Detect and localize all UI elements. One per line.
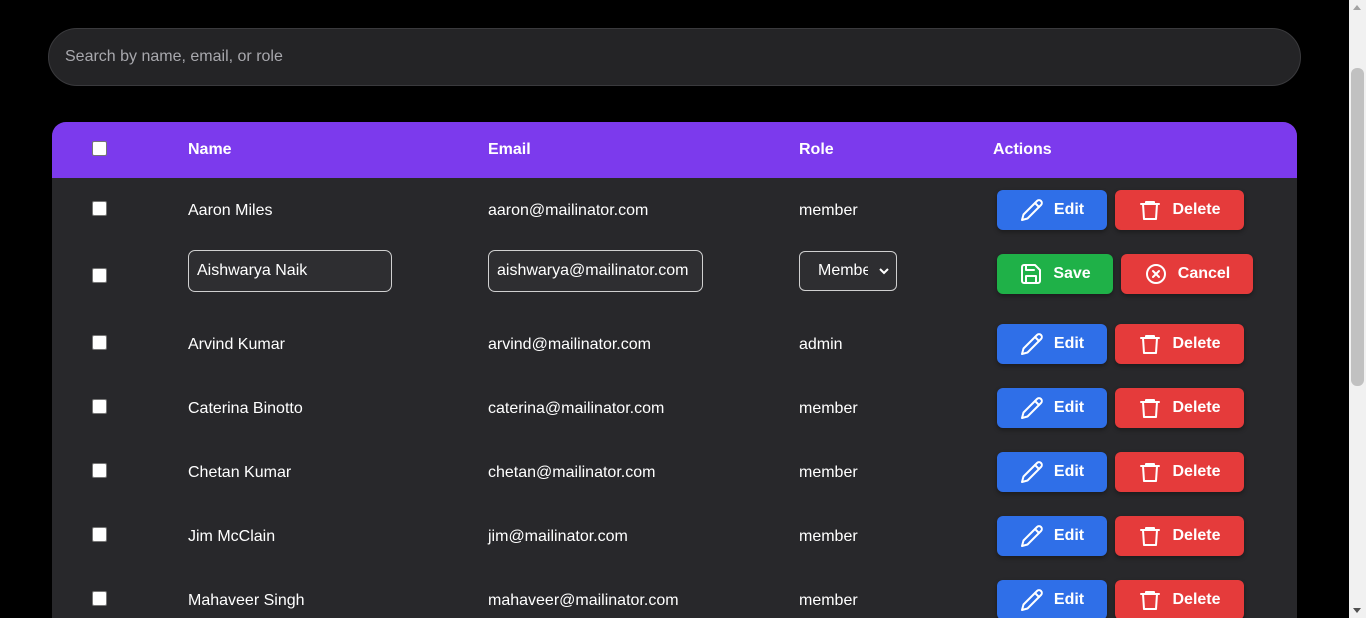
user-name: Jim McClain (188, 528, 276, 545)
name-edit-input[interactable] (188, 250, 392, 292)
trash-icon (1140, 591, 1161, 610)
search-input[interactable] (48, 28, 1301, 86)
delete-button[interactable]: Delete (1115, 190, 1244, 230)
table-row: Jim McClain jim@mailinator.com member Ed… (52, 504, 1297, 568)
user-role: member (799, 464, 858, 481)
delete-label: Delete (1172, 527, 1221, 544)
x-circle-icon (1145, 264, 1166, 284)
delete-button[interactable]: Delete (1115, 580, 1244, 618)
user-email: caterina@mailinator.com (488, 400, 665, 417)
user-role: admin (799, 336, 843, 353)
row-checkbox[interactable] (92, 201, 107, 216)
trash-icon (1140, 463, 1161, 482)
delete-label: Delete (1172, 591, 1221, 608)
edit-label: Edit (1053, 335, 1085, 352)
role-select[interactable]: Member (799, 251, 897, 291)
role-select-value: Member (818, 262, 868, 279)
delete-label: Delete (1172, 335, 1221, 352)
cancel-label: Cancel (1177, 265, 1231, 282)
chevron-down-icon (879, 268, 889, 275)
delete-label: Delete (1172, 463, 1221, 480)
user-name: Chetan Kumar (188, 464, 292, 481)
header-role: Role (799, 141, 834, 158)
user-role: member (799, 202, 858, 219)
user-email: chetan@mailinator.com (488, 464, 656, 481)
page: Name Email Role Actions Aaron Miles aaro… (0, 0, 1349, 618)
header-email: Email (488, 141, 531, 158)
trash-icon (1140, 399, 1161, 418)
edit-button[interactable]: Edit (997, 324, 1107, 364)
row-checkbox[interactable] (92, 527, 107, 542)
edit-label: Edit (1053, 399, 1085, 416)
trash-icon (1140, 335, 1161, 354)
edit-label: Edit (1053, 591, 1085, 608)
user-role: member (799, 528, 858, 545)
pencil-icon (1020, 199, 1043, 221)
users-table: Name Email Role Actions Aaron Miles aaro… (52, 122, 1297, 618)
delete-button[interactable]: Delete (1115, 324, 1244, 364)
floppy-disk-icon (1021, 264, 1042, 284)
user-email: jim@mailinator.com (488, 528, 628, 545)
scroll-up-icon[interactable] (1353, 5, 1361, 10)
row-checkbox[interactable] (92, 591, 107, 606)
edit-button[interactable]: Edit (997, 516, 1107, 556)
pencil-icon (1020, 589, 1043, 611)
user-role: member (799, 400, 858, 417)
cancel-button[interactable]: Cancel (1121, 254, 1253, 294)
user-email: mahaveer@mailinator.com (488, 592, 679, 609)
user-name: Caterina Binotto (188, 400, 303, 417)
row-checkbox[interactable] (92, 463, 107, 478)
user-email: aaron@mailinator.com (488, 202, 649, 219)
delete-button[interactable]: Delete (1115, 452, 1244, 492)
trash-icon (1140, 201, 1161, 220)
user-email: arvind@mailinator.com (488, 336, 651, 353)
save-label: Save (1053, 265, 1091, 282)
pencil-icon (1020, 525, 1043, 547)
delete-button[interactable]: Delete (1115, 516, 1244, 556)
delete-label: Delete (1172, 201, 1221, 218)
user-role: member (799, 592, 858, 609)
pencil-icon (1020, 333, 1043, 355)
vertical-scrollbar[interactable] (1349, 0, 1366, 618)
edit-label: Edit (1053, 201, 1085, 218)
edit-button[interactable]: Edit (997, 190, 1107, 230)
header-actions: Actions (993, 141, 1052, 158)
trash-icon (1140, 527, 1161, 546)
table-row: Caterina Binotto caterina@mailinator.com… (52, 376, 1297, 440)
table-header: Name Email Role Actions (52, 122, 1297, 178)
scroll-down-icon[interactable] (1353, 608, 1361, 613)
pencil-icon (1020, 397, 1043, 419)
delete-button[interactable]: Delete (1115, 388, 1244, 428)
save-button[interactable]: Save (997, 254, 1113, 294)
edit-button[interactable]: Edit (997, 580, 1107, 618)
user-name: Mahaveer Singh (188, 592, 305, 609)
delete-label: Delete (1172, 399, 1221, 416)
email-edit-input[interactable] (488, 250, 703, 292)
edit-button[interactable]: Edit (997, 388, 1107, 428)
scroll-thumb[interactable] (1351, 68, 1364, 386)
edit-button[interactable]: Edit (997, 452, 1107, 492)
row-checkbox[interactable] (92, 335, 107, 350)
table-row: Mahaveer Singh mahaveer@mailinator.com m… (52, 568, 1297, 618)
user-name: Arvind Kumar (188, 336, 285, 353)
header-name: Name (188, 141, 232, 158)
edit-label: Edit (1053, 527, 1085, 544)
select-all-checkbox[interactable] (92, 141, 107, 156)
table-row: Arvind Kumar arvind@mailinator.com admin… (52, 312, 1297, 376)
edit-label: Edit (1053, 463, 1085, 480)
table-row: Chetan Kumar chetan@mailinator.com membe… (52, 440, 1297, 504)
table-row: Aaron Miles aaron@mailinator.com member … (52, 178, 1297, 242)
row-checkbox[interactable] (92, 399, 107, 414)
user-name: Aaron Miles (188, 202, 273, 219)
table-row-editing: Member Save Cancel (52, 242, 1297, 312)
row-checkbox[interactable] (92, 268, 107, 283)
pencil-icon (1020, 461, 1043, 483)
